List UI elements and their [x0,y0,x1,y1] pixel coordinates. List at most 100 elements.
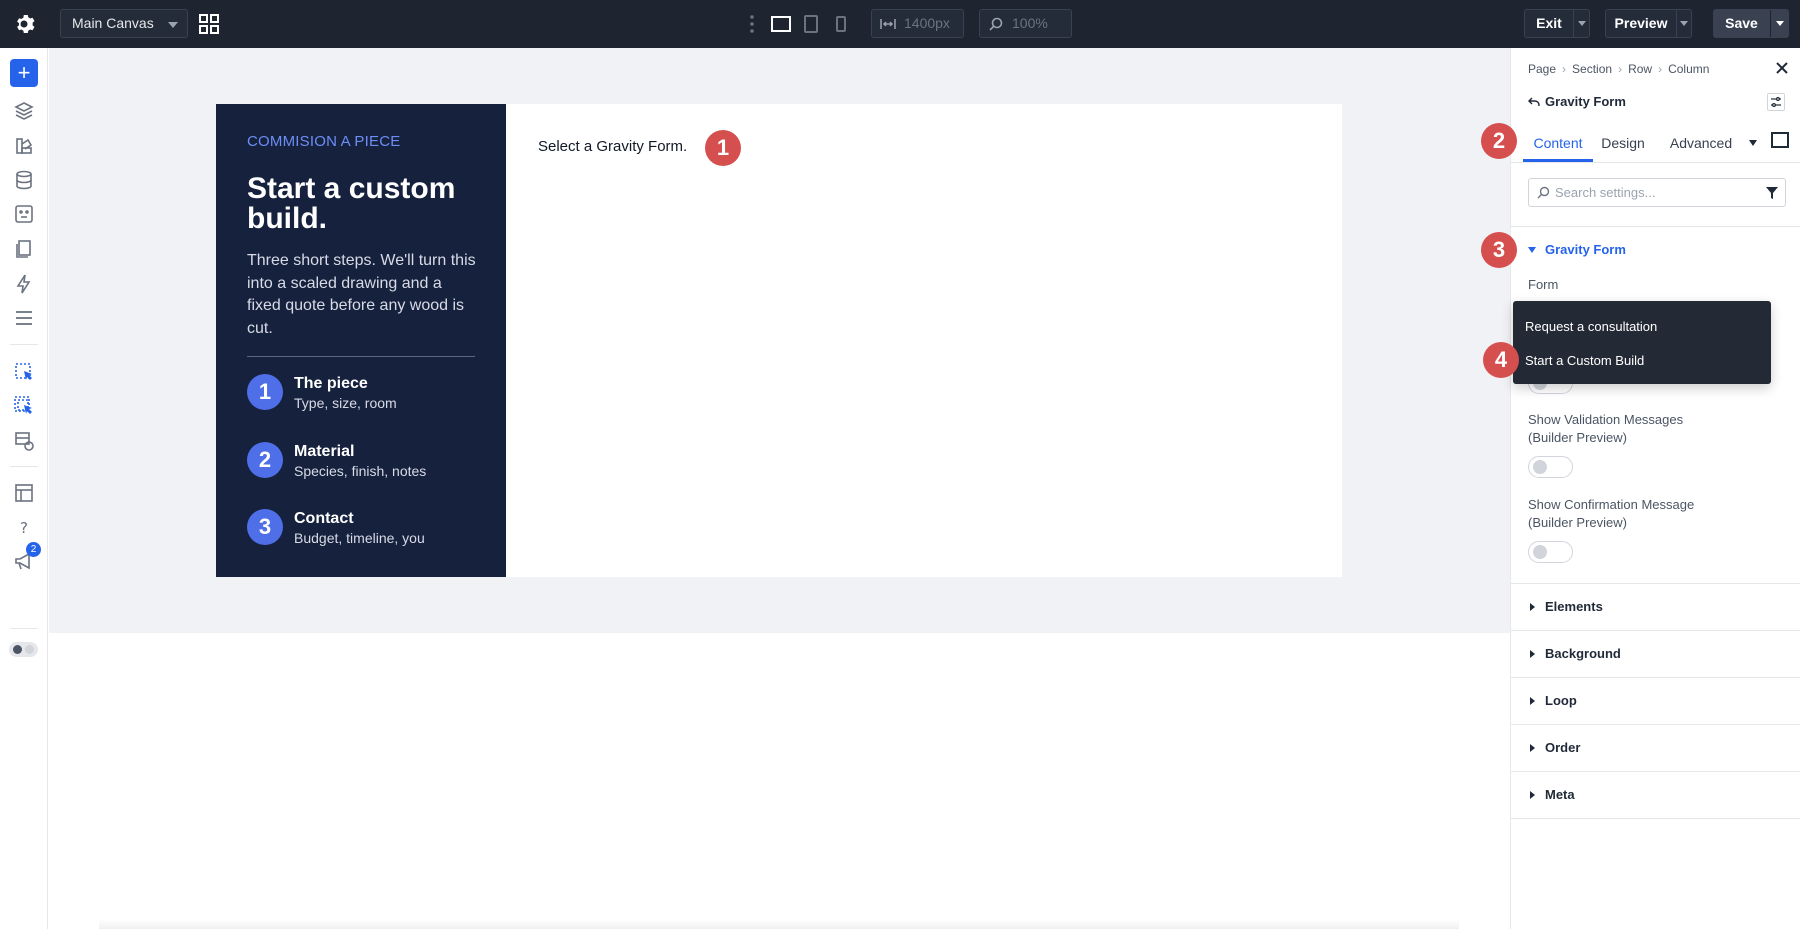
button-divider [1770,10,1771,37]
tabs-divider [1511,162,1800,163]
rail-divider [10,628,38,629]
breadcrumb-separator: › [1562,62,1567,76]
theme-toggle[interactable] [9,642,38,657]
zoom-input[interactable]: 100% [979,9,1072,38]
tablet-view-icon[interactable] [800,13,822,35]
caret-right-icon [1530,603,1535,611]
multi-select-icon[interactable] [13,395,35,417]
step-marker: 1 [705,130,741,166]
step-name: Material [294,443,355,460]
desktop-view-icon[interactable] [770,13,792,35]
section-elements[interactable]: Elements [1511,583,1800,630]
phone-view-icon[interactable] [830,13,852,35]
button-divider [1676,10,1677,37]
breadcrumb-page[interactable]: Page [1528,62,1556,76]
step-subtitle: Type, size, room [294,395,397,411]
portability-icon[interactable] [13,203,35,225]
search-input[interactable] [1555,183,1755,202]
intro-column[interactable]: COMMISION A PIECE Start a custom build. … [216,104,506,577]
step-marker: 3 [1481,232,1517,268]
add-element-button[interactable]: + [10,59,38,87]
left-toolbar: + ? 2 [0,48,48,929]
search-icon [989,17,1003,31]
section-loop[interactable]: Loop [1511,677,1800,724]
width-input[interactable]: 1400px [871,9,964,38]
settings-list-icon[interactable] [13,307,35,329]
settings-tabs: Content Design Advanced [1517,124,1800,162]
exit-dropdown-icon[interactable] [1578,21,1586,26]
responsive-preview-icon[interactable] [13,430,35,452]
confirmation-message-toggle[interactable] [1528,541,1573,563]
preview-button-label: Preview [1614,15,1668,31]
back-arrow-icon[interactable] [1528,96,1540,108]
search-divider [1511,226,1800,227]
notification-badge: 2 [26,542,41,557]
database-icon[interactable] [13,169,35,191]
step-subtitle: Budget, timeline, you [294,530,425,546]
confirmation-message-label: Show Confirmation Message (Builder Previ… [1528,497,1695,530]
tab-advanced[interactable]: Advanced [1662,124,1740,162]
more-vertical-icon[interactable] [748,13,756,35]
lightning-icon[interactable] [13,273,35,295]
step-name: Contact [294,510,354,527]
step-subtitle: Species, finish, notes [294,463,427,479]
rail-divider [10,344,38,345]
validation-messages-toggle[interactable] [1528,456,1573,478]
save-button[interactable]: Save [1713,9,1789,38]
card-heading: Start a custom build. [247,172,456,235]
caret-right-icon [1530,791,1535,799]
canvas-select[interactable]: Main Canvas [60,9,188,38]
help-icon[interactable]: ? [13,516,35,538]
select-element-icon[interactable] [13,361,35,383]
width-resize-icon [880,19,896,29]
module-options-icon[interactable] [1767,93,1785,111]
grid-view-icon[interactable] [198,13,220,35]
step-number: 2 [247,442,283,478]
section-title: Meta [1545,787,1575,802]
pages-icon[interactable] [13,238,35,260]
gravity-form-group-toggle[interactable]: Gravity Form [1528,242,1626,257]
section-meta[interactable]: Meta [1511,771,1800,818]
sun-icon [13,645,22,654]
step-item: 1 The piece Type, size, room [247,374,487,414]
breadcrumb: Page › Section › Row › Column [1528,62,1709,76]
layers-icon[interactable] [13,100,35,122]
breadcrumb-separator: › [1618,62,1623,76]
preview-dropdown-icon[interactable] [1680,21,1688,26]
dropdown-option[interactable]: Request a consultation [1525,319,1657,334]
exit-button[interactable]: Exit [1524,9,1590,38]
exit-button-label: Exit [1536,15,1562,31]
svg-text:?: ? [20,519,28,537]
zoom-value: 100% [1012,15,1048,31]
section-title: Elements [1545,599,1603,614]
tab-design[interactable]: Design [1593,124,1653,162]
close-icon[interactable] [1775,61,1789,75]
caret-right-icon [1530,697,1535,705]
chevron-down-icon[interactable] [1749,140,1757,146]
group-title: Gravity Form [1545,242,1626,257]
search-icon [1537,186,1550,199]
section-divider [1511,818,1800,819]
tab-content[interactable]: Content [1523,124,1593,162]
canvas-select-value: Main Canvas [72,15,154,31]
breadcrumb-section[interactable]: Section [1572,62,1612,76]
design-library-icon[interactable] [13,135,35,157]
moon-icon [25,645,34,654]
form-column[interactable]: Select a Gravity Form. [506,104,1342,577]
save-dropdown-icon[interactable] [1776,21,1784,26]
section-title: Loop [1545,693,1577,708]
canvases-icon[interactable] [13,482,35,504]
breadcrumb-column[interactable]: Column [1668,62,1709,76]
dropdown-option[interactable]: Start a Custom Build [1525,353,1644,368]
step-marker: 4 [1483,342,1519,378]
form-field-label: Form [1528,277,1559,292]
section-background[interactable]: Background [1511,630,1800,677]
save-button-label: Save [1725,15,1758,31]
gravity-form-placeholder: Select a Gravity Form. [538,138,688,155]
expand-panel-icon[interactable] [1771,132,1789,148]
section-order[interactable]: Order [1511,724,1800,771]
breadcrumb-row[interactable]: Row [1628,62,1652,76]
preview-button[interactable]: Preview [1605,9,1692,38]
gear-icon[interactable] [12,12,36,36]
filter-icon[interactable] [1765,186,1779,200]
